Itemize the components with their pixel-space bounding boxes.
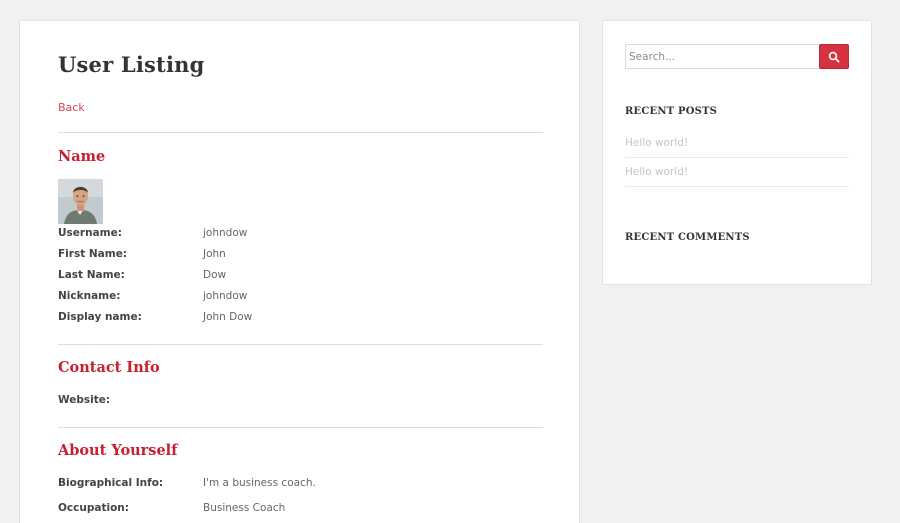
divider [625, 186, 849, 187]
recent-post-link[interactable]: Hello world! [625, 166, 688, 178]
search-button[interactable] [819, 44, 849, 69]
occupation-value: Business Coach [203, 502, 286, 514]
search-input[interactable] [625, 44, 819, 69]
divider [58, 427, 543, 428]
last-name-label: Last Name: [58, 269, 125, 281]
recent-comments-title: RECENT COMMENTS [625, 232, 750, 243]
recent-post-link[interactable]: Hello world! [625, 137, 688, 149]
username-value: johndow [203, 227, 248, 239]
avatar-image [58, 179, 103, 224]
section-heading-about-yourself: About Yourself [58, 442, 178, 459]
section-heading-name: Name [58, 148, 106, 165]
back-link[interactable]: Back [58, 101, 85, 114]
divider [58, 344, 543, 345]
biographical-info-value: I'm a business coach. [203, 477, 316, 489]
sidebar-card: RECENT POSTS Hello world! Hello world! R… [602, 20, 872, 285]
first-name-value: John [203, 248, 226, 260]
nickname-label: Nickname: [58, 290, 121, 302]
website-label: Website: [58, 394, 111, 406]
username-label: Username: [58, 227, 122, 239]
divider [58, 132, 543, 133]
page-title: User Listing [58, 52, 205, 77]
display-name-value: John Dow [203, 311, 253, 323]
main-content-card: User Listing Back Name Username: johndow… [19, 20, 580, 523]
section-heading-contact-info: Contact Info [58, 359, 160, 376]
first-name-label: First Name: [58, 248, 128, 260]
recent-posts-title: RECENT POSTS [625, 106, 718, 117]
display-name-label: Display name: [58, 311, 142, 323]
biographical-info-label: Biographical Info: [58, 477, 164, 489]
divider [625, 157, 849, 158]
nickname-value: johndow [203, 290, 248, 302]
occupation-label: Occupation: [58, 502, 129, 514]
avatar [58, 179, 103, 224]
search-icon [828, 51, 840, 63]
last-name-value: Dow [203, 269, 227, 281]
